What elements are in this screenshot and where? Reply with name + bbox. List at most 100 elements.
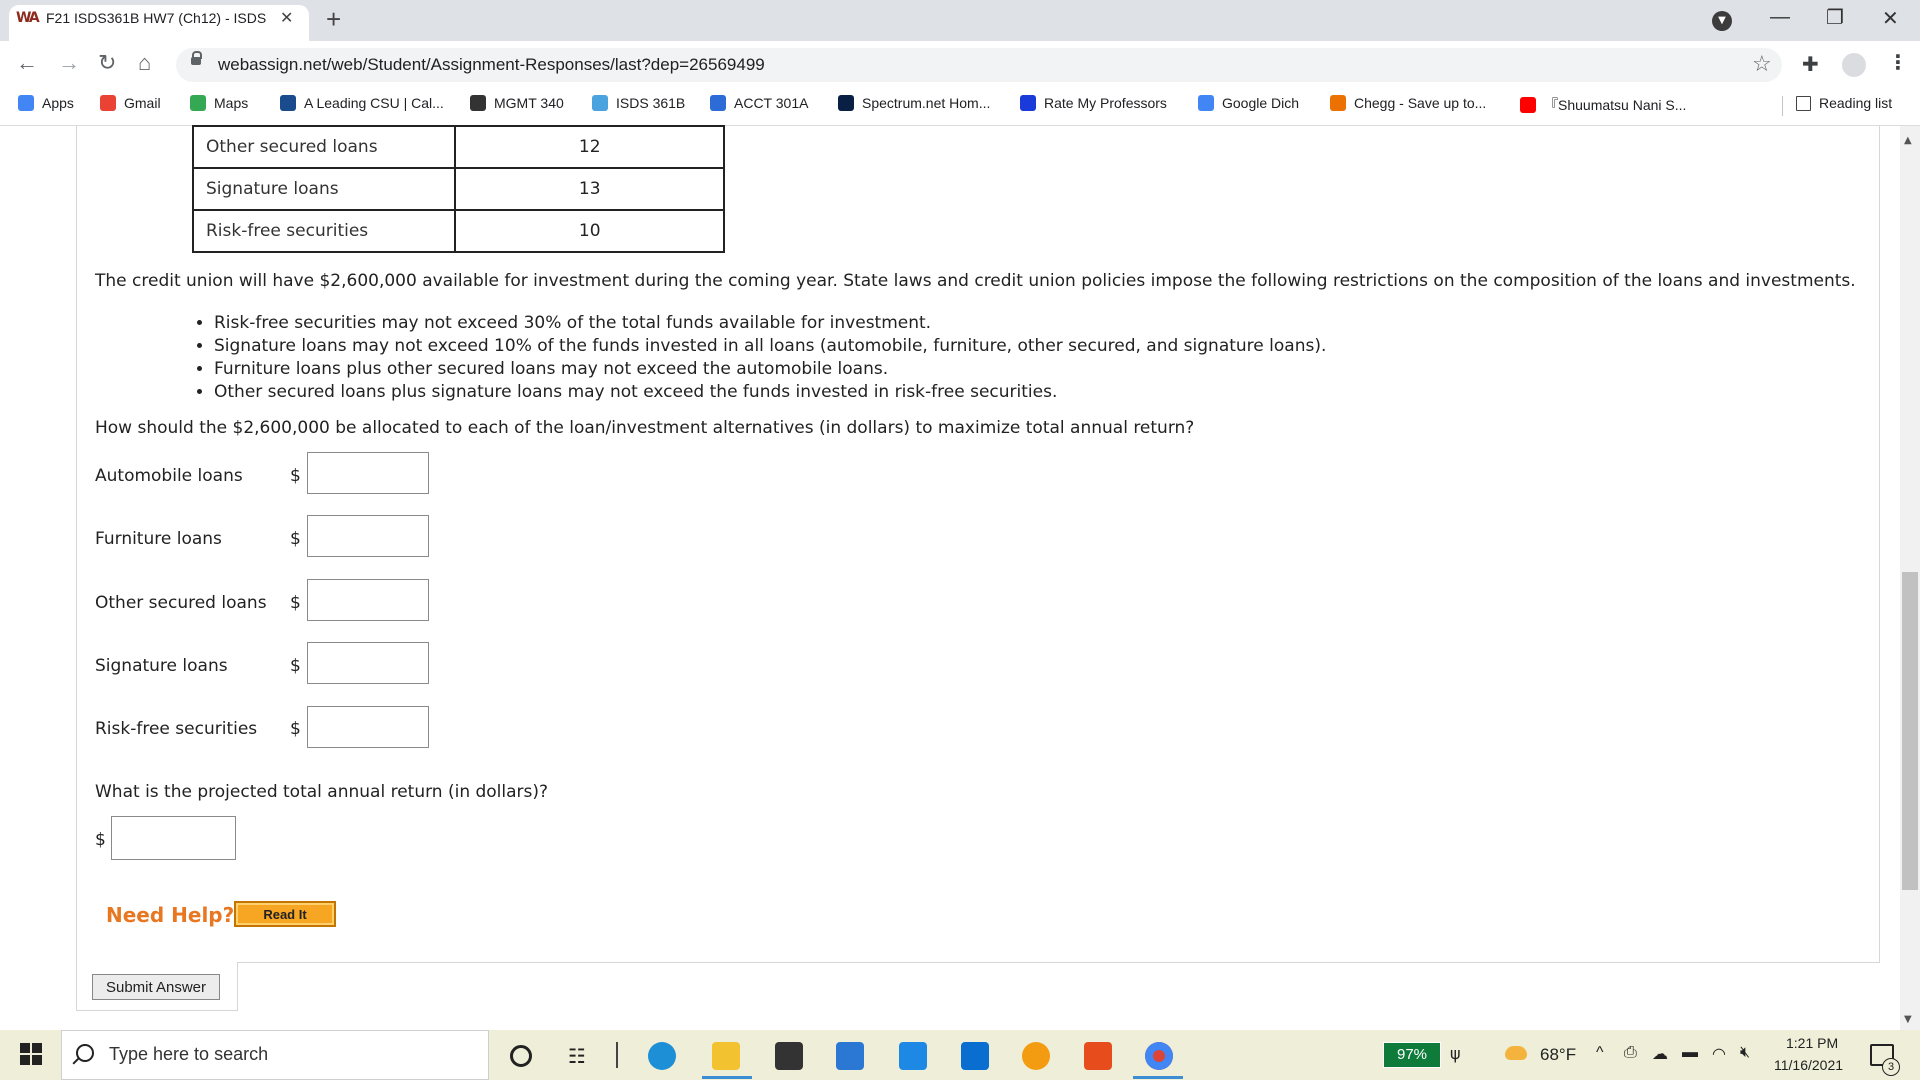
allocation-question: How should the $2,600,000 be allocated t… (95, 418, 1195, 438)
lock-icon[interactable] (191, 51, 202, 65)
table-cell-value: 10 (454, 209, 725, 253)
scroll-down-arrow-icon[interactable]: ▼ (1904, 1014, 1912, 1025)
tab-search-icon[interactable]: ▼ (1712, 11, 1732, 31)
bookmark-label: 『Shuumatsu Nani S... (1544, 97, 1687, 113)
wifi-icon[interactable]: ◠ (1712, 1044, 1726, 1064)
bookmark-label: ISDS 361B (616, 95, 686, 111)
answer-label-automobile: Automobile loans (95, 466, 243, 486)
bookmark-label: Gmail (124, 95, 161, 111)
temperature[interactable]: 68°F (1540, 1045, 1576, 1065)
bookmark-star-icon[interactable]: ☆ (1752, 52, 1772, 77)
close-window-icon[interactable]: ✕ (1882, 6, 1899, 31)
mgmt-icon (470, 95, 486, 111)
outlook-icon[interactable] (961, 1042, 989, 1070)
google-translate-icon (1198, 95, 1214, 111)
other-secured-loans-input[interactable] (307, 579, 429, 621)
table-row: Risk-free securities 10 (191, 209, 725, 253)
submit-answer-button[interactable]: Submit Answer (92, 974, 220, 1000)
weather-icon[interactable] (1505, 1046, 1527, 1060)
taskbar-search-placeholder[interactable]: Type here to search (109, 1044, 268, 1065)
onedrive-cloud-icon[interactable]: ☁ (1652, 1044, 1668, 1064)
bookmark-label: Chegg - Save up to... (1354, 95, 1487, 111)
signature-loans-input[interactable] (307, 642, 429, 684)
list-item: Other secured loans plus signature loans… (214, 381, 1326, 404)
bookmark-item[interactable]: 『Shuumatsu Nani S... (1520, 95, 1686, 115)
currency-symbol: $ (95, 830, 106, 850)
l-app-icon[interactable] (899, 1042, 927, 1070)
power-plug-icon: ψ (1450, 1044, 1461, 1063)
task-view-icon[interactable]: ☷ (568, 1044, 586, 1068)
url-text[interactable]: webassign.net/web/Student/Assignment-Res… (218, 55, 765, 75)
mail-icon[interactable] (836, 1042, 864, 1070)
bookmark-item[interactable]: A Leading CSU | Cal... (280, 95, 444, 111)
volume-muted-icon[interactable]: 🔇︎ (1740, 1044, 1750, 1062)
new-tab-button[interactable]: + (326, 4, 341, 35)
tab-title: F21 ISDS361B HW7 (Ch12) - ISDS (46, 10, 267, 26)
restrictions-list: Risk-free securities may not exceed 30% … (178, 312, 1326, 404)
extensions-puzzle-icon[interactable]: ✚ (1802, 52, 1819, 76)
automobile-loans-input[interactable] (307, 452, 429, 494)
table-cell-label: Signature loans (191, 167, 457, 211)
gmail-icon (100, 95, 116, 111)
bookmark-item[interactable]: Spectrum.net Hom... (838, 95, 990, 111)
battery-icon[interactable]: ▬ (1682, 1044, 1698, 1062)
table-row: Other secured loans 12 (191, 125, 725, 169)
maps-icon (190, 95, 206, 111)
app-icon[interactable] (1022, 1042, 1050, 1070)
minimize-icon[interactable]: — (1770, 6, 1790, 29)
file-explorer-icon[interactable] (712, 1042, 740, 1070)
list-item: Signature loans may not exceed 10% of th… (214, 335, 1326, 358)
read-it-button[interactable]: Read It (234, 901, 336, 927)
scrollbar-thumb[interactable] (1902, 572, 1918, 890)
table-cell-label: Risk-free securities (191, 209, 457, 253)
browser-menu-icon[interactable]: ⋮ (1888, 50, 1908, 74)
windows-start-icon[interactable] (20, 1043, 42, 1065)
csu-icon (280, 95, 296, 111)
bookmark-item[interactable]: Gmail (100, 95, 161, 111)
currency-symbol: $ (290, 466, 301, 486)
bookmark-item[interactable]: ISDS 361B (592, 95, 685, 111)
bookmark-item[interactable]: Chegg - Save up to... (1330, 95, 1486, 111)
restore-icon[interactable]: ❐ (1826, 5, 1844, 30)
office-icon[interactable] (1084, 1042, 1112, 1070)
reading-list-button[interactable]: Reading list (1796, 95, 1892, 111)
store-icon[interactable] (775, 1042, 803, 1070)
reload-icon[interactable]: ↻ (98, 50, 116, 76)
bookmark-item[interactable]: MGMT 340 (470, 95, 564, 111)
home-icon[interactable]: ⌂ (138, 50, 151, 76)
chevron-up-icon[interactable]: ^ (1596, 1044, 1604, 1062)
profile-avatar[interactable] (1842, 53, 1866, 77)
bookmark-label: Spectrum.net Hom... (862, 95, 991, 111)
clock-time[interactable]: 1:21 PM (1786, 1035, 1838, 1051)
back-icon[interactable]: ← (16, 50, 38, 76)
scroll-up-arrow-icon[interactable]: ▲ (1904, 135, 1912, 146)
forward-icon[interactable]: → (58, 50, 80, 76)
notification-count: 3 (1882, 1058, 1900, 1076)
bookmark-item[interactable]: ACCT 301A (710, 95, 808, 111)
rmp-icon (1020, 95, 1036, 111)
table-row: Signature loans 13 (191, 167, 725, 211)
answer-label-risk-free: Risk-free securities (95, 719, 258, 739)
clock-date[interactable]: 11/16/2021 (1774, 1057, 1843, 1073)
bookmark-item[interactable]: Maps (190, 95, 248, 111)
bookmark-item[interactable]: Apps (18, 95, 74, 111)
need-help-label: Need Help? (106, 903, 235, 927)
meet-now-icon[interactable]: ⎙ (1624, 1044, 1637, 1062)
bookmark-item[interactable]: Rate My Professors (1020, 95, 1167, 111)
risk-free-securities-input[interactable] (307, 706, 429, 748)
edge-icon[interactable] (648, 1042, 676, 1070)
active-app-indicator (702, 1076, 752, 1079)
cortana-icon[interactable] (510, 1045, 532, 1067)
active-app-indicator (1133, 1076, 1183, 1079)
total-return-input[interactable] (111, 816, 236, 860)
furniture-loans-input[interactable] (307, 515, 429, 557)
battery-percent-badge[interactable]: 97% (1383, 1042, 1441, 1068)
bookmark-item[interactable]: Google Dich (1198, 95, 1299, 111)
tab-close-icon[interactable]: ✕ (280, 8, 293, 27)
chrome-icon[interactable] (1145, 1042, 1173, 1070)
table-cell-value: 12 (454, 125, 725, 169)
answer-label-signature: Signature loans (95, 656, 228, 676)
list-item: Risk-free securities may not exceed 30% … (214, 312, 1326, 335)
bookmark-label: MGMT 340 (494, 95, 564, 111)
bookmarks-separator (1782, 96, 1783, 116)
